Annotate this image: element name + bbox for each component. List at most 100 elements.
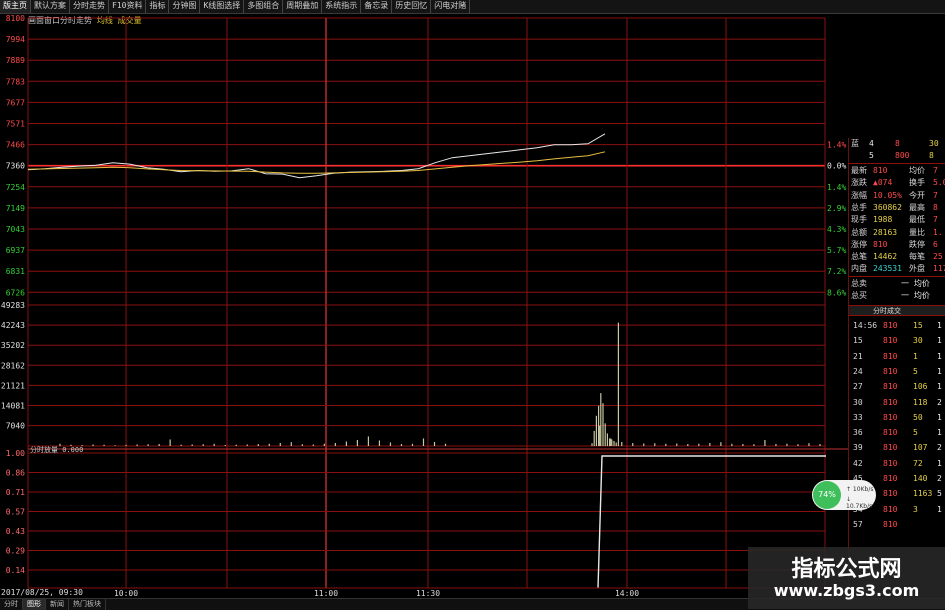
time-axis-label: 11:30	[416, 589, 440, 598]
quote-info-row: 总额 28163 量比 1.	[849, 227, 945, 239]
quote-field-label: 最新	[851, 166, 867, 175]
total-value: 一 均价	[901, 279, 930, 288]
quote-field-label: 总手	[851, 202, 867, 212]
percent-axis-label: 8.6%	[827, 288, 846, 297]
quote-field-label: 总额	[851, 227, 867, 237]
order-price: 800	[895, 151, 910, 160]
watermark-title: 指标公式网	[791, 557, 902, 582]
percent-axis-label: 7.2%	[827, 267, 846, 276]
indicator-axis-label: 0.57	[6, 508, 25, 517]
quote-field-label: 每笔	[909, 252, 925, 262]
quote-field-label: 外盘	[909, 264, 925, 274]
price-axis-label: 7994	[6, 35, 25, 44]
panel-divider	[849, 276, 945, 277]
quote-field-label: 均价	[909, 166, 925, 175]
quote-info-row: 现手 1988 最低 7	[849, 214, 945, 226]
order-seq: 4	[869, 139, 874, 148]
order-price: 8	[895, 139, 900, 148]
tick-count: 2	[937, 443, 942, 453]
tick-price: 810	[883, 336, 898, 346]
order-volume: 30	[929, 139, 939, 148]
tick-price: 810	[883, 443, 898, 453]
tick-count: 1	[937, 366, 942, 376]
quote-field-label: 今开	[909, 190, 925, 200]
indicator-axis-label: 0.43	[6, 527, 25, 536]
quote-field-label: 涨幅	[851, 190, 867, 200]
tick-time: 14:56	[853, 321, 878, 330]
volume-axis-label: 14081	[1, 402, 25, 411]
price-axis-label: 7677	[6, 98, 25, 107]
quote-field-label: 总笔	[851, 252, 867, 262]
tick-price: 810	[883, 519, 898, 529]
tick-volume: 106	[913, 382, 928, 392]
tick-price: 810	[883, 351, 898, 361]
watermark: 指标公式网 www.zbgs3.com	[748, 547, 945, 609]
percent-axis-label: 2.9%	[827, 204, 846, 213]
tick-count: 1	[937, 428, 942, 438]
intraday-chart[interactable]: 8100799478897783767775717466736072547149…	[0, 0, 945, 609]
quote-info-row: 涨跌 ▲074 换手 5.0	[849, 177, 945, 189]
tick-volume: 1	[913, 351, 918, 361]
indicator-axis-label: 0.14	[6, 566, 25, 575]
tick-price: 810	[883, 428, 898, 438]
volume-axis-label: 7040	[6, 422, 25, 431]
tick-time: 27	[853, 382, 863, 392]
order-book-row: 蓝 4 8 30	[849, 138, 945, 150]
tick-trade-row: 57 810	[849, 519, 945, 531]
indicator-axis-label: 0.71	[6, 488, 25, 497]
tab-tick-trades[interactable]: 分时成交	[849, 305, 945, 316]
quote-field-label: 换手	[909, 178, 925, 188]
order-label: 蓝	[851, 139, 859, 148]
quote-field-value: 243531	[873, 264, 902, 274]
volume-axis-label: 42243	[1, 321, 25, 330]
bottom-tab[interactable]: 热门板块	[69, 599, 106, 610]
quote-field-label: 内盘	[851, 264, 867, 274]
tick-time: 36	[853, 428, 863, 438]
tick-volume: 3	[913, 504, 918, 514]
buy-sell-row: 总买 一 均价	[849, 290, 945, 302]
quote-field-value: 810	[873, 166, 888, 175]
bottom-tab[interactable]: 图形	[23, 599, 46, 610]
quote-field-value: 7	[933, 215, 938, 225]
time-axis-label: 11:00	[314, 589, 338, 598]
indicator-title: 分时放量 0.000	[30, 446, 84, 454]
quote-field-label: 量比	[909, 227, 925, 237]
price-axis-label: 7889	[6, 56, 25, 65]
tick-time: 39	[853, 443, 863, 453]
total-label: 总买	[851, 291, 867, 300]
watermark-url: www.zbgs3.com	[773, 581, 920, 600]
tick-time: 15	[853, 336, 863, 346]
price-axis-label: 7466	[6, 141, 25, 150]
indicator-axis-label: 1.00	[6, 449, 25, 458]
quote-field-label: 跌停	[909, 239, 925, 249]
tick-volume: 5	[913, 428, 918, 438]
tick-volume: 72	[913, 458, 923, 468]
tick-trade-row: 14:56 810 15 1	[849, 320, 945, 332]
price-axis-label: 7571	[6, 120, 25, 129]
tick-count: 1	[937, 504, 942, 514]
tick-volume: 107	[913, 443, 928, 453]
network-speed-widget[interactable]: 74% ↑ 10Kb/s ↓ 10.7Kb/s	[812, 480, 876, 510]
tick-trade-row: 30 810 118 2	[849, 397, 945, 409]
tick-count: 1	[937, 351, 942, 361]
tick-trade-row: 21 810 1 1	[849, 351, 945, 363]
quote-info-row: 最新 810 均价 7	[849, 165, 945, 177]
tick-price: 810	[883, 412, 898, 422]
panel-divider	[849, 163, 945, 164]
bottom-tab[interactable]: 分时	[0, 599, 23, 610]
tick-time: 21	[853, 351, 863, 361]
tick-volume: 1163	[913, 489, 933, 499]
price-axis-label: 6726	[6, 288, 25, 297]
tick-time: 42	[853, 458, 863, 468]
quote-field-value: 28163	[873, 227, 898, 237]
tick-volume: 50	[913, 412, 923, 422]
order-seq: 5	[869, 151, 874, 160]
upload-speed: ↑ 10Kb/s	[846, 486, 874, 493]
time-axis-label: 10:00	[114, 589, 138, 598]
quote-info-row: 涨幅 10.05% 今开 7	[849, 190, 945, 202]
volume-axis-label: 49283	[1, 301, 25, 310]
tick-trade-row: 39 810 107 2	[849, 442, 945, 454]
bottom-tab[interactable]: 新闻	[46, 599, 69, 610]
quote-info-row: 总笔 14462 每笔 25	[849, 251, 945, 263]
tick-time: 57	[853, 519, 863, 529]
